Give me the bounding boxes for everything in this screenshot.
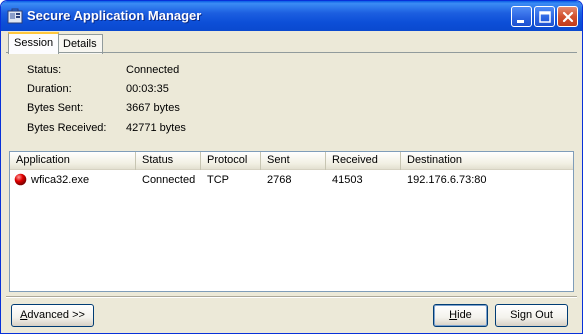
cell-application: wfica32.exe [31,174,90,186]
sign-out-button[interactable]: Sign Out [495,304,568,327]
column-header-application[interactable]: Application [10,152,136,170]
session-panel [6,52,577,152]
minimize-button[interactable] [511,6,532,27]
maximize-button[interactable] [534,6,555,27]
close-button[interactable] [557,6,578,27]
close-icon [562,11,574,23]
bytes-received-label: Bytes Received: [27,122,107,134]
applications-list[interactable]: Application Status Protocol Sent Receive… [9,151,574,292]
minimize-icon [517,20,524,23]
column-header-destination[interactable]: Destination [401,152,573,170]
list-header: Application Status Protocol Sent Receive… [10,152,573,170]
column-header-status[interactable]: Status [136,152,201,170]
duration-label: Duration: [27,83,72,95]
column-header-received[interactable]: Received [326,152,401,170]
bytes-received-value: 42771 bytes [126,122,186,134]
hide-label: ide [457,309,472,321]
column-header-sent[interactable]: Sent [261,152,326,170]
title-bar[interactable]: Secure Application Manager [1,1,582,31]
maximize-icon [539,11,551,23]
bytes-sent-label: Bytes Sent: [27,102,84,114]
app-window: Secure Application Manager Session Detai… [0,0,583,334]
cell-received: 41503 [332,174,363,186]
hide-mnemonic: H [449,309,458,321]
duration-value: 00:03:35 [126,83,169,95]
advanced-label: dvanced >> [27,309,85,321]
cell-protocol: TCP [207,174,229,186]
app-logo-icon [7,8,23,24]
cell-destination: 192.176.6.73:80 [407,174,487,186]
tab-details[interactable]: Details [57,34,103,54]
window-title: Secure Application Manager [27,8,202,23]
tab-session[interactable]: Session [8,32,60,54]
status-label: Status: [27,64,62,76]
bytes-sent-value: 3667 bytes [126,102,180,114]
advanced-button[interactable]: Advanced >> [11,304,94,327]
hide-button[interactable]: Hide [433,304,488,327]
cell-status: Connected [142,174,196,186]
cell-sent: 2768 [267,174,292,186]
divider [6,296,577,298]
application-icon [14,173,27,186]
status-value: Connected [126,64,180,76]
column-header-protocol[interactable]: Protocol [201,152,261,170]
